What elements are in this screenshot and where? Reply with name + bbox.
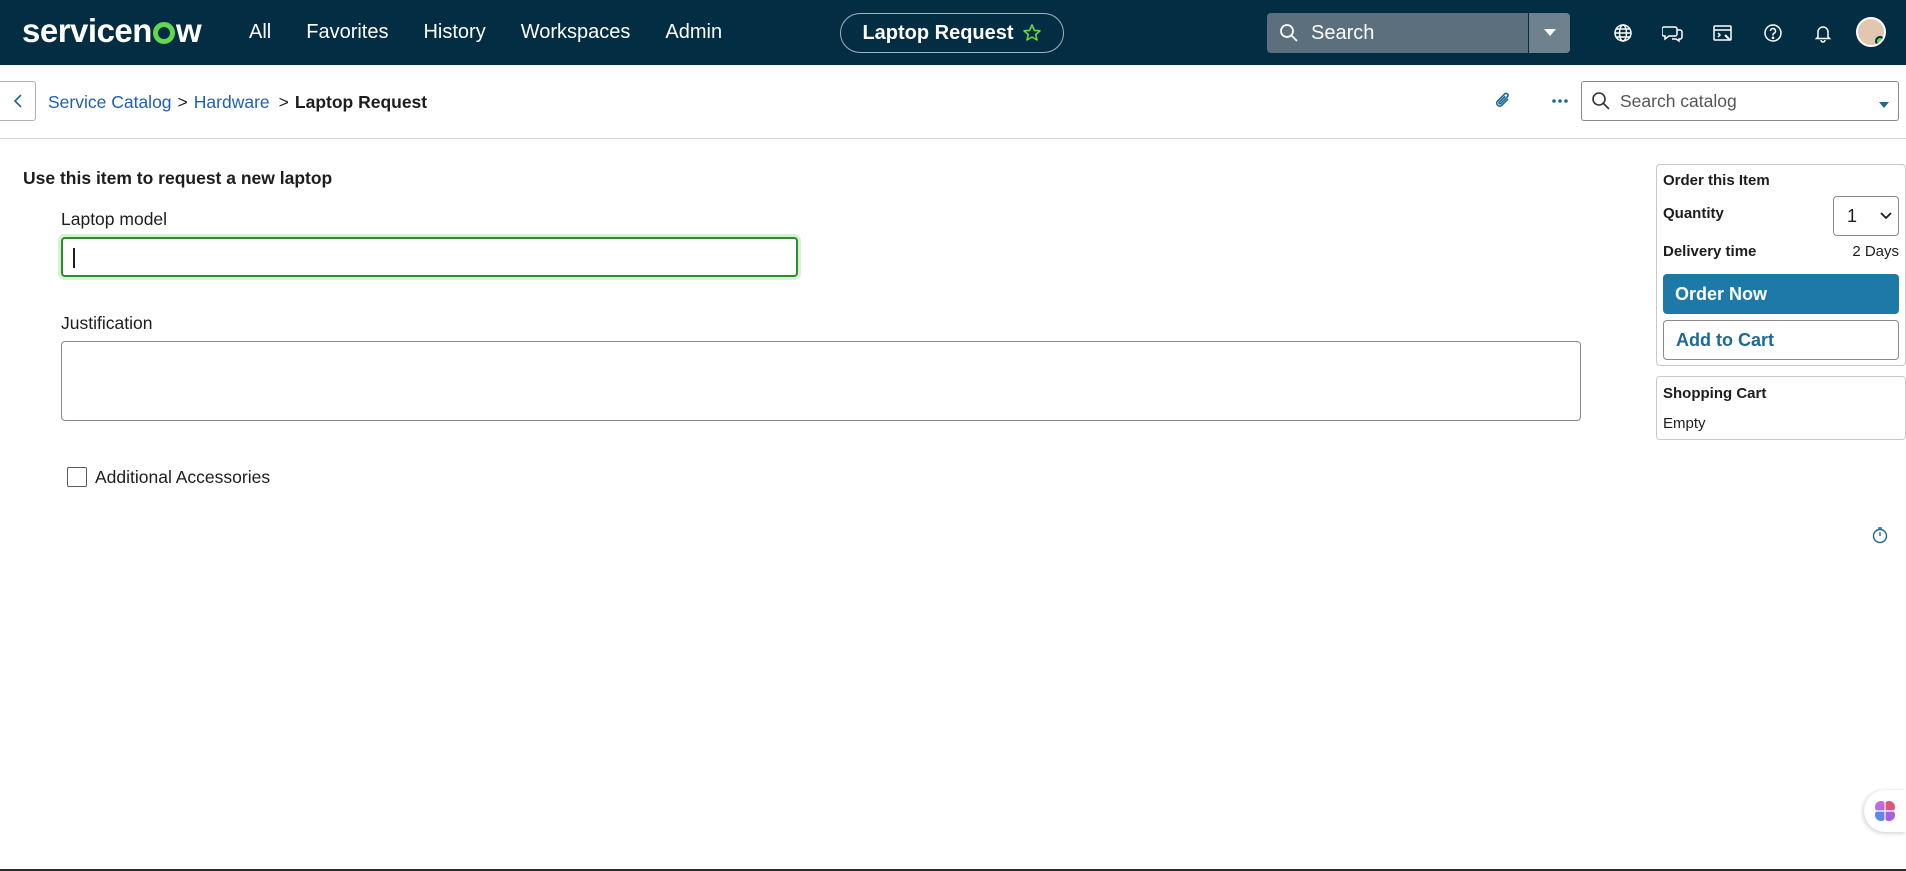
quantity-select[interactable]: 1 (1833, 196, 1899, 236)
breadcrumb-hardware[interactable]: Hardware (194, 92, 270, 113)
add-to-cart-button[interactable]: Add to Cart (1663, 320, 1899, 360)
text-cursor (73, 248, 75, 268)
global-search[interactable]: Search (1267, 13, 1570, 53)
context-pill[interactable]: Laptop Request (840, 13, 1064, 53)
search-icon (1591, 91, 1611, 111)
delivery-time-value: 2 Days (1852, 243, 1899, 260)
help-icon[interactable] (1748, 13, 1798, 53)
additional-accessories-label[interactable]: Additional Accessories (95, 467, 270, 488)
order-panel-title: Order this Item (1663, 172, 1770, 189)
page-header: Service Catalog > Hardware > Laptop Requ… (0, 65, 1906, 139)
chevron-down-icon (1880, 212, 1892, 220)
chat-icon[interactable] (1648, 13, 1698, 53)
nav-links: All Favorites History Workspaces Admin (249, 0, 757, 65)
breadcrumb-separator: > (278, 92, 289, 112)
attachment-icon[interactable] (1493, 90, 1513, 117)
quantity-value: 1 (1847, 205, 1858, 226)
search-icon (1279, 23, 1299, 43)
bell-icon[interactable] (1798, 13, 1848, 53)
catalog-search-input[interactable]: Search catalog (1581, 81, 1899, 121)
order-now-button[interactable]: Order Now (1663, 274, 1899, 314)
delivery-time-label: Delivery time (1663, 243, 1757, 260)
nav-workspaces[interactable]: Workspaces (521, 21, 631, 44)
laptop-model-input[interactable] (61, 237, 798, 277)
online-status-indicator (1875, 36, 1884, 45)
nav-favorites[interactable]: Favorites (306, 21, 388, 44)
top-icons (1598, 0, 1848, 65)
breadcrumb-service-catalog[interactable]: Service Catalog (48, 92, 172, 113)
justification-textarea[interactable] (61, 341, 1581, 421)
top-navigation: servicen w All Favorites History Workspac… (0, 0, 1906, 65)
chevron-left-icon (13, 94, 22, 108)
order-panel: Order this Item Quantity 1 Delivery time… (1656, 164, 1906, 366)
more-options-icon[interactable] (1549, 90, 1571, 117)
nav-all[interactable]: All (249, 21, 271, 44)
breadcrumb: Service Catalog > Hardware > Laptop Requ… (48, 92, 427, 113)
stopwatch-icon[interactable] (1871, 526, 1889, 549)
shopping-cart-title: Shopping Cart (1663, 385, 1767, 402)
shopping-cart-panel: Shopping Cart Empty (1656, 376, 1906, 440)
catalog-search-placeholder: Search catalog (1620, 90, 1737, 111)
global-search-placeholder: Search (1311, 21, 1375, 44)
caret-down-icon (1543, 29, 1556, 36)
star-icon[interactable] (1022, 23, 1042, 43)
additional-accessories-checkbox[interactable] (67, 467, 87, 487)
nav-history[interactable]: History (423, 21, 485, 44)
user-avatar[interactable] (1856, 17, 1886, 47)
quantity-label: Quantity (1663, 205, 1724, 222)
context-pill-label: Laptop Request (862, 21, 1014, 44)
back-button[interactable] (0, 81, 36, 121)
breadcrumb-current: Laptop Request (294, 92, 428, 112)
justification-label: Justification (61, 313, 153, 333)
globe-icon[interactable] (1598, 13, 1648, 53)
ai-assistant-icon[interactable] (1864, 790, 1906, 832)
shopping-cart-status: Empty (1663, 415, 1706, 432)
breadcrumb-separator: > (177, 92, 188, 112)
laptop-model-label: Laptop model (61, 209, 168, 229)
servicenow-logo[interactable]: servicen w (22, 12, 202, 50)
nav-admin[interactable]: Admin (665, 21, 722, 44)
caret-down-icon[interactable] (1878, 96, 1890, 114)
scripts-icon[interactable] (1698, 13, 1748, 53)
item-description: Use this item to request a new laptop (23, 168, 333, 188)
search-scope-dropdown[interactable] (1528, 13, 1570, 53)
